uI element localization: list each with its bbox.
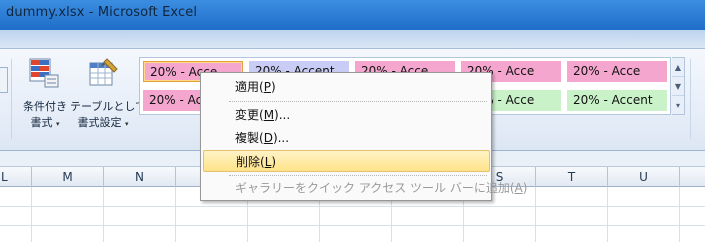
menu-item-add-to-quick-access[interactable]: ギャラリーをクイック アクセス ツール バーに追加(A) xyxy=(201,177,527,199)
ribbon-group-divider xyxy=(690,59,691,139)
menu-item-delete[interactable]: 削除(L) xyxy=(203,150,490,172)
gallery-more-icon[interactable]: ▾ xyxy=(672,96,684,115)
format-as-table-button[interactable]: テーブルとして 書式設定 ▾ xyxy=(70,57,147,147)
chevron-down-icon: ▾ xyxy=(55,120,60,128)
menu-item-duplicate[interactable]: 複製(D)... xyxy=(201,127,491,149)
format-as-table-icon xyxy=(87,57,119,89)
cell-style-swatch[interactable]: 20% - Accent xyxy=(567,90,667,111)
column-header[interactable]: N xyxy=(104,167,176,187)
menu-item-modify[interactable]: 変更(M)... xyxy=(201,104,491,126)
cell-style-swatch[interactable]: 20% - Acce xyxy=(567,61,667,82)
menu-separator xyxy=(229,101,487,102)
column-header[interactable]: M xyxy=(32,167,104,187)
conditional-formatting-label-line1: 条件付き xyxy=(23,100,67,113)
ribbon-tab-strip xyxy=(0,30,705,48)
title-bar: dummy.xlsx - Microsoft Excel xyxy=(0,0,705,30)
window-title: dummy.xlsx - Microsoft Excel xyxy=(6,5,198,20)
context-menu: 適用(P) 変更(M)... 複製(D)... 削除(L) ギャラリーをクイック… xyxy=(200,72,527,201)
format-as-table-label-line1: テーブルとして xyxy=(70,100,147,113)
scroll-down-icon[interactable]: ▼ xyxy=(672,77,684,96)
format-as-table-label-line2: 書式設定 xyxy=(77,116,122,129)
chevron-down-icon: ▾ xyxy=(124,120,129,128)
column-header[interactable]: U xyxy=(608,167,680,187)
conditional-formatting-icon xyxy=(28,57,60,89)
column-header[interactable]: L xyxy=(0,167,32,187)
column-header[interactable]: T xyxy=(536,167,608,187)
menu-separator xyxy=(229,175,487,176)
conditional-formatting-label-line2: 書式 xyxy=(30,116,53,129)
ribbon-left-overflow[interactable] xyxy=(0,67,8,93)
scroll-up-icon[interactable]: ▲ xyxy=(672,58,684,77)
conditional-formatting-button[interactable]: 条件付き 書式 ▾ xyxy=(20,57,70,147)
ribbon-group-divider xyxy=(11,59,12,139)
column-header-partial[interactable] xyxy=(680,167,705,187)
gallery-scrollbar: ▲ ▼ ▾ xyxy=(672,57,685,115)
menu-item-apply[interactable]: 適用(P) xyxy=(201,76,491,98)
